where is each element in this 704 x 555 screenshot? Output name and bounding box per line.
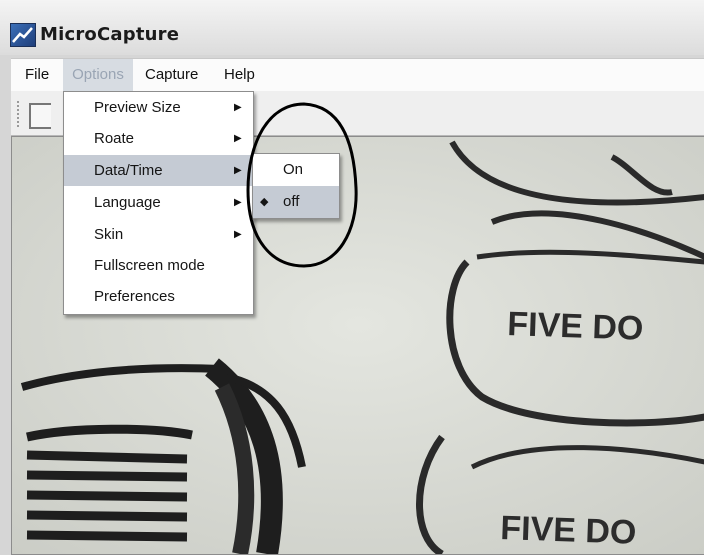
options-menu: Preview Size ▶ Roate ▶ Data/Time ▶ Langu… <box>63 91 254 315</box>
submenu-arrow-icon: ▶ <box>234 197 242 208</box>
toolbar-button[interactable] <box>29 103 51 129</box>
menu-item-label: Language <box>94 194 161 211</box>
menu-item-fullscreen-mode[interactable]: Fullscreen mode <box>64 250 253 281</box>
window-title: MicroCapture <box>40 24 180 45</box>
annotation-circle <box>246 102 358 268</box>
menu-item-label: Data/Time <box>94 162 163 179</box>
menu-item-label: Preferences <box>94 288 175 305</box>
submenu-arrow-icon: ▶ <box>234 133 242 144</box>
menu-item-skin[interactable]: Skin ▶ <box>64 219 253 250</box>
menu-item-preview-size[interactable]: Preview Size ▶ <box>64 92 253 123</box>
preview-text-2: FIVE DO <box>500 509 637 552</box>
submenu-arrow-icon: ▶ <box>234 229 242 240</box>
menu-item-language[interactable]: Language ▶ <box>64 187 253 218</box>
toolbar-grip-icon[interactable] <box>17 101 22 127</box>
menu-bar: File Options Capture Help <box>11 58 704 92</box>
menu-options[interactable]: Options <box>63 59 133 91</box>
menu-help[interactable]: Help <box>218 59 261 91</box>
menu-item-data-time[interactable]: Data/Time ▶ <box>64 155 253 186</box>
menu-item-label: Roate <box>94 130 135 147</box>
menu-item-label: Fullscreen mode <box>94 257 205 274</box>
app-logo-icon <box>10 23 36 47</box>
menu-capture[interactable]: Capture <box>139 59 204 91</box>
preview-text-1: FIVE DO <box>507 305 644 348</box>
menu-item-label: Preview Size <box>94 99 181 116</box>
submenu-arrow-icon: ▶ <box>234 165 242 176</box>
menu-item-preferences[interactable]: Preferences <box>64 281 253 312</box>
menu-item-label: Skin <box>94 226 124 243</box>
submenu-arrow-icon: ▶ <box>234 102 242 113</box>
title-bar: MicroCapture <box>0 0 704 55</box>
menu-file[interactable]: File <box>19 59 55 91</box>
menu-item-roate[interactable]: Roate ▶ <box>64 123 253 154</box>
